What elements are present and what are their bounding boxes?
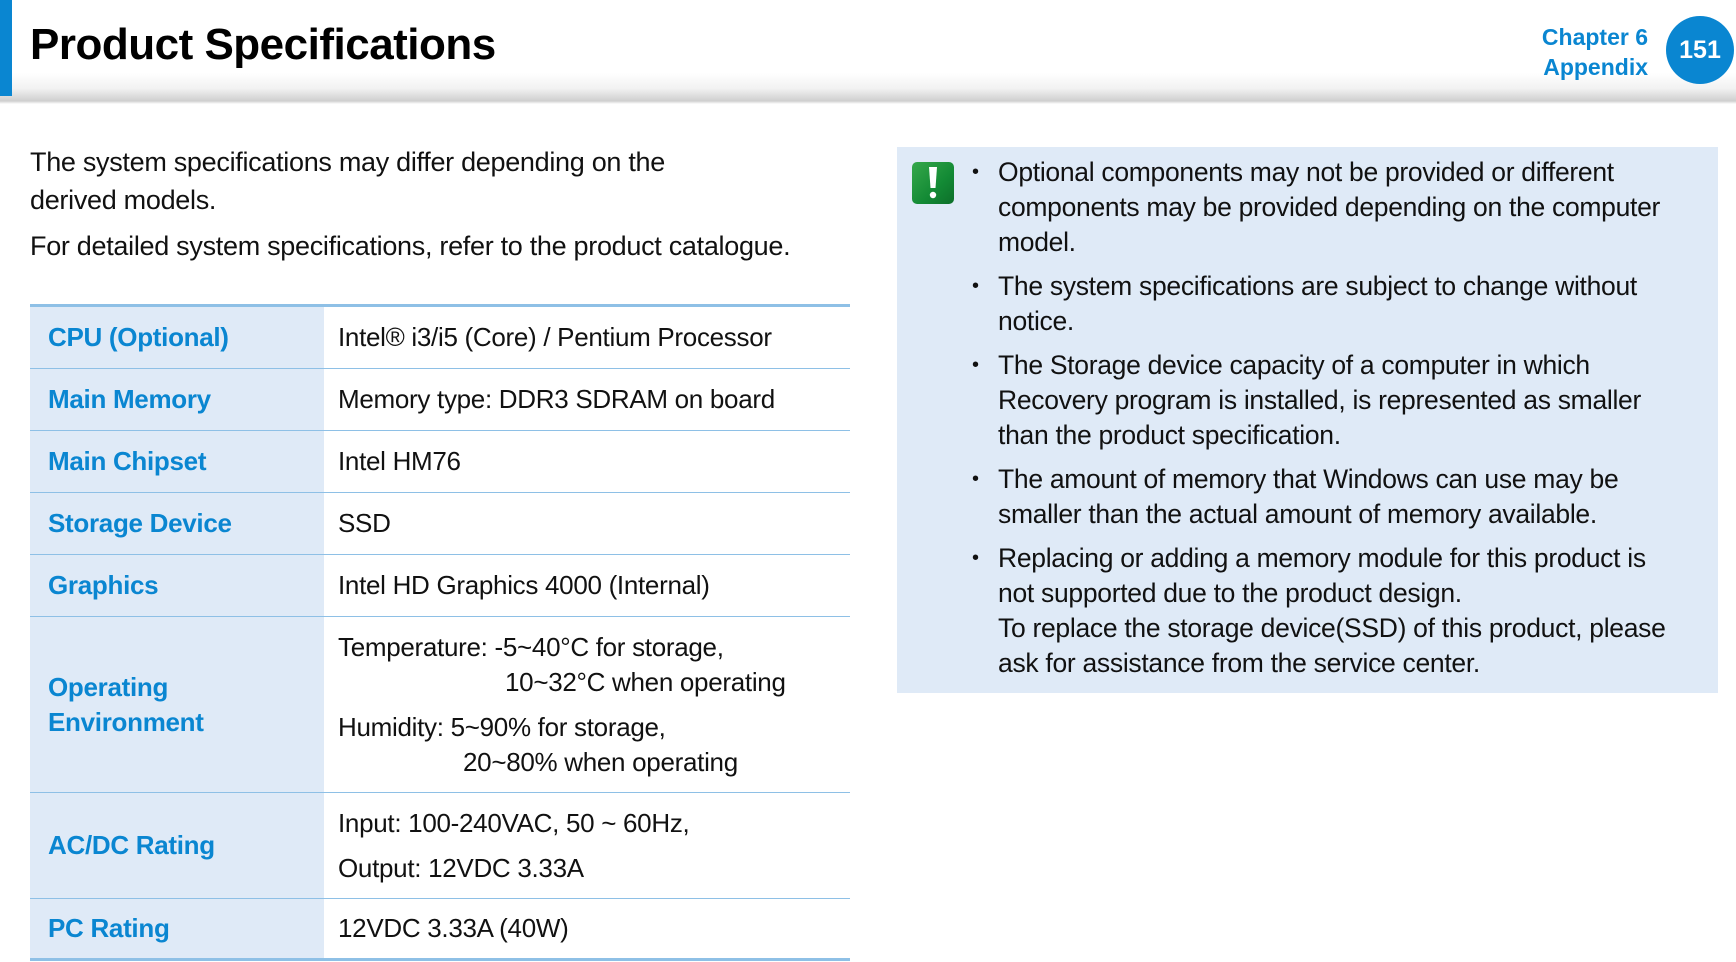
spec-row-main-memory: Main Memory Memory type: DDR3 SDRAM on b… <box>30 368 850 431</box>
chapter-section: Appendix <box>1543 54 1648 80</box>
acdc-output: Output: 12VDC 3.33A <box>338 852 584 883</box>
spec-value: Intel HD Graphics 4000 (Internal) <box>324 554 850 617</box>
note-line: The Storage device capacity of a compute… <box>998 350 1590 380</box>
spec-value: Input: 100-240VAC, 50 ~ 60Hz, Output: 12… <box>324 792 850 899</box>
note-line: Optional components may not be provided … <box>998 157 1614 187</box>
spec-label: Storage Device <box>30 492 324 555</box>
warning-exclamation-icon <box>912 162 954 204</box>
note-line: components may be provided depending on … <box>998 192 1661 222</box>
intro-text: The system specifications may differ dep… <box>30 143 860 273</box>
spec-label: PC Rating <box>30 898 324 960</box>
spec-label: Main Chipset <box>30 430 324 493</box>
spec-label: Graphics <box>30 554 324 617</box>
note-list: • Optional components may not be provide… <box>972 155 1712 690</box>
note-line: The amount of memory that Windows can us… <box>998 464 1619 494</box>
bullet-icon: • <box>972 354 979 376</box>
note-line: The system specifications are subject to… <box>998 271 1637 301</box>
note-line: Replacing or adding a memory module for … <box>998 543 1646 573</box>
note-item: • Optional components may not be provide… <box>972 155 1712 260</box>
note-line: not supported due to the product design. <box>998 578 1462 608</box>
note-line: To replace the storage device(SSD) of th… <box>998 613 1666 643</box>
intro-paragraph: For detailed system specifications, refe… <box>30 231 791 261</box>
spec-row-storage-device: Storage Device SSD <box>30 492 850 555</box>
note-line: model. <box>998 227 1076 257</box>
chapter-label: Chapter 6 Appendix <box>1542 22 1648 82</box>
chapter-number: Chapter 6 <box>1541 24 1648 50</box>
humidity-storage: Humidity: 5~90% for storage, <box>338 711 666 742</box>
temperature-storage: Temperature: -5~40°C for storage, <box>338 631 724 662</box>
humidity-operating: 20~80% when operating <box>463 746 738 777</box>
spec-row-main-chipset: Main Chipset Intel HM76 <box>30 430 850 493</box>
spec-label: Main Memory <box>30 368 324 431</box>
note-item: • The Storage device capacity of a compu… <box>972 348 1712 453</box>
spec-row-pc-rating: PC Rating 12VDC 3.33A (40W) <box>30 898 850 960</box>
spec-table: CPU (Optional) Intel® i3/i5 (Core) / Pen… <box>30 304 850 961</box>
bullet-icon: • <box>972 161 979 183</box>
note-item: • The system specifications are subject … <box>972 269 1712 339</box>
spec-value: Temperature: -5~40°C for storage, 10~32°… <box>324 616 850 793</box>
acdc-input: Input: 100-240VAC, 50 ~ 60Hz, <box>338 807 690 838</box>
spec-value: Memory type: DDR3 SDRAM on board <box>324 368 850 431</box>
spec-label: AC/DC Rating <box>30 792 324 899</box>
page-number-badge: 151 <box>1666 16 1734 84</box>
note-line: notice. <box>998 306 1074 336</box>
spec-label-line: Operating <box>48 671 169 702</box>
page-title: Product Specifications <box>30 20 496 69</box>
spec-row-operating-environment: Operating Environment Temperature: -5~40… <box>30 616 850 793</box>
bullet-icon: • <box>972 468 979 490</box>
spec-value: Intel® i3/i5 (Core) / Pentium Processor <box>324 305 850 369</box>
note-line: than the product specification. <box>998 420 1341 450</box>
bullet-icon: • <box>972 275 979 297</box>
bullet-icon: • <box>972 547 979 569</box>
note-item: • The amount of memory that Windows can … <box>972 462 1712 532</box>
note-item: • Replacing or adding a memory module fo… <box>972 541 1712 681</box>
note-line: Recovery program is installed, is repres… <box>998 385 1642 415</box>
spec-label: CPU (Optional) <box>30 305 324 369</box>
caution-note-panel: • Optional components may not be provide… <box>897 147 1718 693</box>
page-header: Product Specifications Chapter 6 Appendi… <box>0 0 1736 104</box>
note-line: smaller than the actual amount of memory… <box>998 499 1597 529</box>
intro-paragraph-text: The system specifications may differ dep… <box>30 147 665 215</box>
header-accent-bar <box>0 0 12 96</box>
spec-value: Intel HM76 <box>324 430 850 493</box>
intro-paragraph: The system specifications may differ dep… <box>30 143 860 219</box>
note-line: ask for assistance from the service cent… <box>998 648 1480 678</box>
spec-value: 12VDC 3.33A (40W) <box>338 913 569 943</box>
spec-row-graphics: Graphics Intel HD Graphics 4000 (Interna… <box>30 554 850 617</box>
spec-label: Operating Environment <box>30 616 324 793</box>
spec-value: SSD <box>324 492 850 555</box>
temperature-operating: 10~32°C when operating <box>505 666 786 697</box>
spec-row-cpu: CPU (Optional) Intel® i3/i5 (Core) / Pen… <box>30 305 850 369</box>
spec-label-line: Environment <box>48 706 204 737</box>
spec-row-acdc-rating: AC/DC Rating Input: 100-240VAC, 50 ~ 60H… <box>30 792 850 899</box>
